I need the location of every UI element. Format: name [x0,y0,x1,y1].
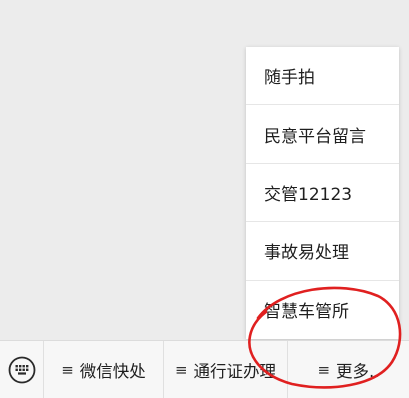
menu-item-suishoupai[interactable]: 随手拍 [246,47,399,106]
tab-label: 微信快处 [79,361,146,381]
menu-item-label: 民意平台留言 [264,126,366,147]
menu-item-label: 智慧车管所 [264,302,349,323]
keyboard-toggle-button[interactable] [0,341,44,398]
tab-more[interactable]: ≡ 更多.. [288,341,409,398]
bottom-menu-bar: ≡ 微信快处 ≡ 通行证办理 ≡ 更多.. [0,340,409,398]
tab-label: 通行证办理 [193,361,277,381]
menu-item-12123[interactable]: 交管12123 [246,164,399,223]
menu-item-label: 随手拍 [264,68,315,89]
hamburger-icon: ≡ [61,360,74,379]
keyboard-icon [8,356,36,384]
menu-item-smart-vehicle-office[interactable]: 智慧车管所 [246,281,399,339]
menu-item-public-opinion[interactable]: 民意平台留言 [246,105,399,164]
menu-item-label: 交管12123 [264,184,353,205]
menu-item-accident[interactable]: 事故易处理 [246,222,399,281]
tab-pass-application[interactable]: ≡ 通行证办理 [164,341,288,398]
menu-item-label: 事故易处理 [264,243,349,264]
hamburger-icon: ≡ [174,360,188,379]
popup-menu: 随手拍 民意平台留言 交管12123 事故易处理 智慧车管所 [246,47,399,339]
tab-wechat-quick[interactable]: ≡ 微信快处 [44,341,164,398]
hamburger-icon: ≡ [317,360,331,379]
tab-label: 更多.. [336,361,380,381]
